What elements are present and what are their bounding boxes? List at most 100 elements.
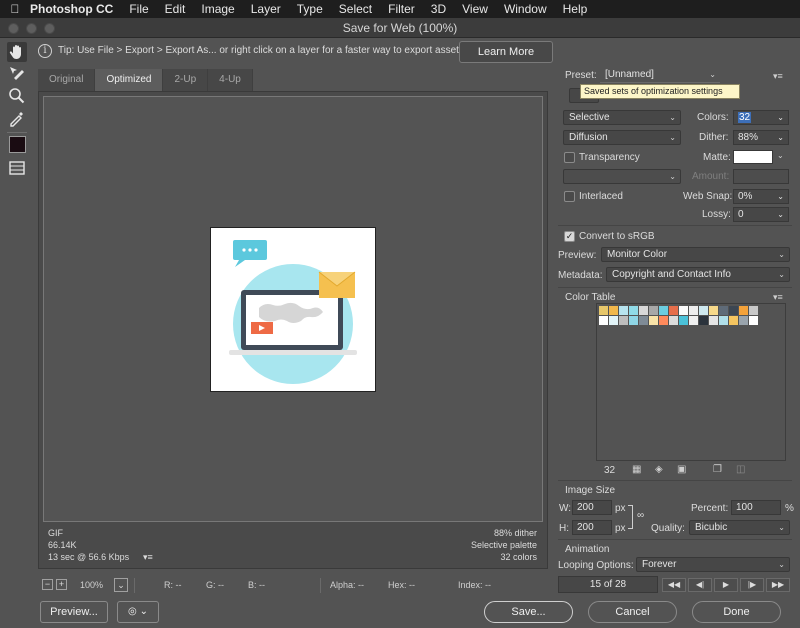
menu-file[interactable]: File	[129, 2, 148, 16]
color-table-swatch[interactable]	[629, 306, 638, 315]
trash-icon[interactable]: ◫	[736, 464, 745, 475]
color-table-swatch[interactable]	[629, 316, 638, 325]
link-icon[interactable]: ∞	[637, 510, 644, 521]
color-table-swatch[interactable]	[619, 316, 628, 325]
color-table-swatch[interactable]	[659, 316, 668, 325]
menu-help[interactable]: Help	[563, 2, 588, 16]
map-to-transparent-icon[interactable]: ▦	[632, 464, 641, 475]
height-field[interactable]: 200	[572, 520, 612, 535]
tab-optimized[interactable]: Optimized	[95, 69, 164, 91]
tab-4-up[interactable]: 4-Up	[208, 69, 253, 91]
dither-algorithm-select[interactable]: Diffusion ⌄	[563, 130, 681, 145]
dither-field[interactable]: 88% ⌄	[733, 130, 789, 145]
previous-frame-button[interactable]: ◀|	[688, 578, 712, 592]
color-table-swatch[interactable]	[749, 306, 758, 315]
color-table-swatch[interactable]	[699, 316, 708, 325]
menu-3d[interactable]: 3D	[431, 2, 446, 16]
looping-options-select[interactable]: Forever ⌄	[636, 557, 790, 572]
browser-select-button[interactable]: ◎ ⌄	[117, 601, 159, 623]
play-button[interactable]: ▶	[714, 578, 738, 592]
menu-app-name[interactable]: Photoshop CC	[30, 2, 113, 16]
last-frame-button[interactable]: ▶▶	[766, 578, 790, 592]
quality-select[interactable]: Bicubic ⌄	[689, 520, 790, 535]
menu-filter[interactable]: Filter	[388, 2, 415, 16]
color-table-menu-icon[interactable]: ▾≡	[773, 292, 783, 303]
menu-view[interactable]: View	[462, 2, 488, 16]
color-table-swatch[interactable]	[639, 306, 648, 315]
web-snap-field[interactable]: 0% ⌄	[733, 189, 789, 204]
preview-color-select[interactable]: Monitor Color ⌄	[601, 247, 790, 262]
color-table-swatch[interactable]	[669, 306, 678, 315]
learn-more-button[interactable]: Learn More	[459, 41, 553, 63]
lock-color-icon[interactable]: ▣	[677, 464, 686, 475]
percent-field[interactable]: 100	[731, 500, 781, 515]
color-table-swatch[interactable]	[619, 306, 628, 315]
menu-edit[interactable]: Edit	[165, 2, 186, 16]
slice-select-tool[interactable]	[7, 64, 27, 84]
color-table-swatch[interactable]	[709, 306, 718, 315]
web-shift-cube-icon[interactable]: ◈	[655, 464, 663, 475]
color-table-swatch[interactable]	[729, 316, 738, 325]
color-table-swatch[interactable]	[739, 306, 748, 315]
zoom-out-button[interactable]: −	[42, 579, 53, 590]
toggle-slices-tool[interactable]	[7, 158, 27, 178]
amount-field[interactable]	[733, 169, 789, 184]
color-table-swatch[interactable]	[739, 316, 748, 325]
color-table-swatch[interactable]	[609, 316, 618, 325]
cancel-button[interactable]: Cancel	[588, 601, 677, 623]
menu-image[interactable]: Image	[201, 2, 234, 16]
color-table-swatch[interactable]	[599, 316, 608, 325]
color-table-swatch[interactable]	[719, 316, 728, 325]
done-button[interactable]: Done	[692, 601, 781, 623]
colors-field[interactable]: 32 ⌄	[733, 110, 789, 125]
matte-color-swatch[interactable]	[733, 150, 773, 164]
color-table-swatch[interactable]	[689, 306, 698, 315]
color-table-swatch[interactable]	[689, 316, 698, 325]
menu-window[interactable]: Window	[504, 2, 547, 16]
color-table-swatch[interactable]	[709, 316, 718, 325]
color-table-swatch[interactable]	[679, 316, 688, 325]
color-table-swatch[interactable]	[609, 306, 618, 315]
optimize-menu-icon[interactable]: ▾≡	[773, 71, 783, 82]
new-color-icon[interactable]: ❐	[713, 464, 722, 475]
convert-srgb-checkbox[interactable]: ✓	[564, 231, 575, 242]
color-table-swatch[interactable]	[669, 316, 678, 325]
zoom-in-button[interactable]: +	[56, 579, 67, 590]
color-table[interactable]	[596, 303, 786, 461]
color-table-swatch[interactable]	[749, 316, 758, 325]
tab-2-up[interactable]: 2-Up	[163, 69, 209, 91]
metadata-select[interactable]: Copyright and Contact Info ⌄	[606, 267, 790, 282]
color-table-swatch[interactable]	[649, 316, 658, 325]
color-reduction-select[interactable]: Selective ⌄	[563, 110, 681, 125]
interlaced-checkbox[interactable]	[564, 191, 575, 202]
menu-type[interactable]: Type	[297, 2, 323, 16]
color-table-swatch[interactable]	[699, 306, 708, 315]
preset-select[interactable]: [Unnamed] ⌄	[600, 68, 720, 83]
preview-canvas[interactable]	[43, 96, 543, 522]
transparency-checkbox[interactable]	[564, 152, 575, 163]
eyedropper-tool[interactable]	[7, 108, 27, 128]
next-frame-button[interactable]: |▶	[740, 578, 764, 592]
tab-original[interactable]: Original	[38, 69, 96, 91]
color-table-swatch[interactable]	[649, 306, 658, 315]
width-field[interactable]: 200	[572, 500, 612, 515]
download-speed-menu-icon[interactable]: ▾≡	[143, 552, 153, 563]
eyedropper-color-swatch[interactable]	[9, 136, 26, 153]
color-table-swatch[interactable]	[599, 306, 608, 315]
color-table-swatch[interactable]	[719, 306, 728, 315]
first-frame-button[interactable]: ◀◀	[662, 578, 686, 592]
zoom-tool[interactable]	[7, 86, 27, 106]
menu-select[interactable]: Select	[339, 2, 372, 16]
color-table-swatch[interactable]	[679, 306, 688, 315]
apple-icon[interactable]: 	[0, 2, 30, 16]
color-table-swatch[interactable]	[639, 316, 648, 325]
color-table-swatch[interactable]	[659, 306, 668, 315]
hand-tool[interactable]	[7, 42, 27, 62]
save-button[interactable]: Save...	[484, 601, 573, 623]
transparency-dither-select[interactable]: ⌄	[563, 169, 681, 184]
matte-chevron-down-icon[interactable]: ⌄	[777, 151, 784, 160]
lossy-field[interactable]: 0 ⌄	[733, 207, 789, 222]
preview-in-browser-button[interactable]: Preview...	[40, 601, 108, 623]
optimized-image-preview[interactable]	[210, 227, 376, 392]
menu-layer[interactable]: Layer	[251, 2, 281, 16]
